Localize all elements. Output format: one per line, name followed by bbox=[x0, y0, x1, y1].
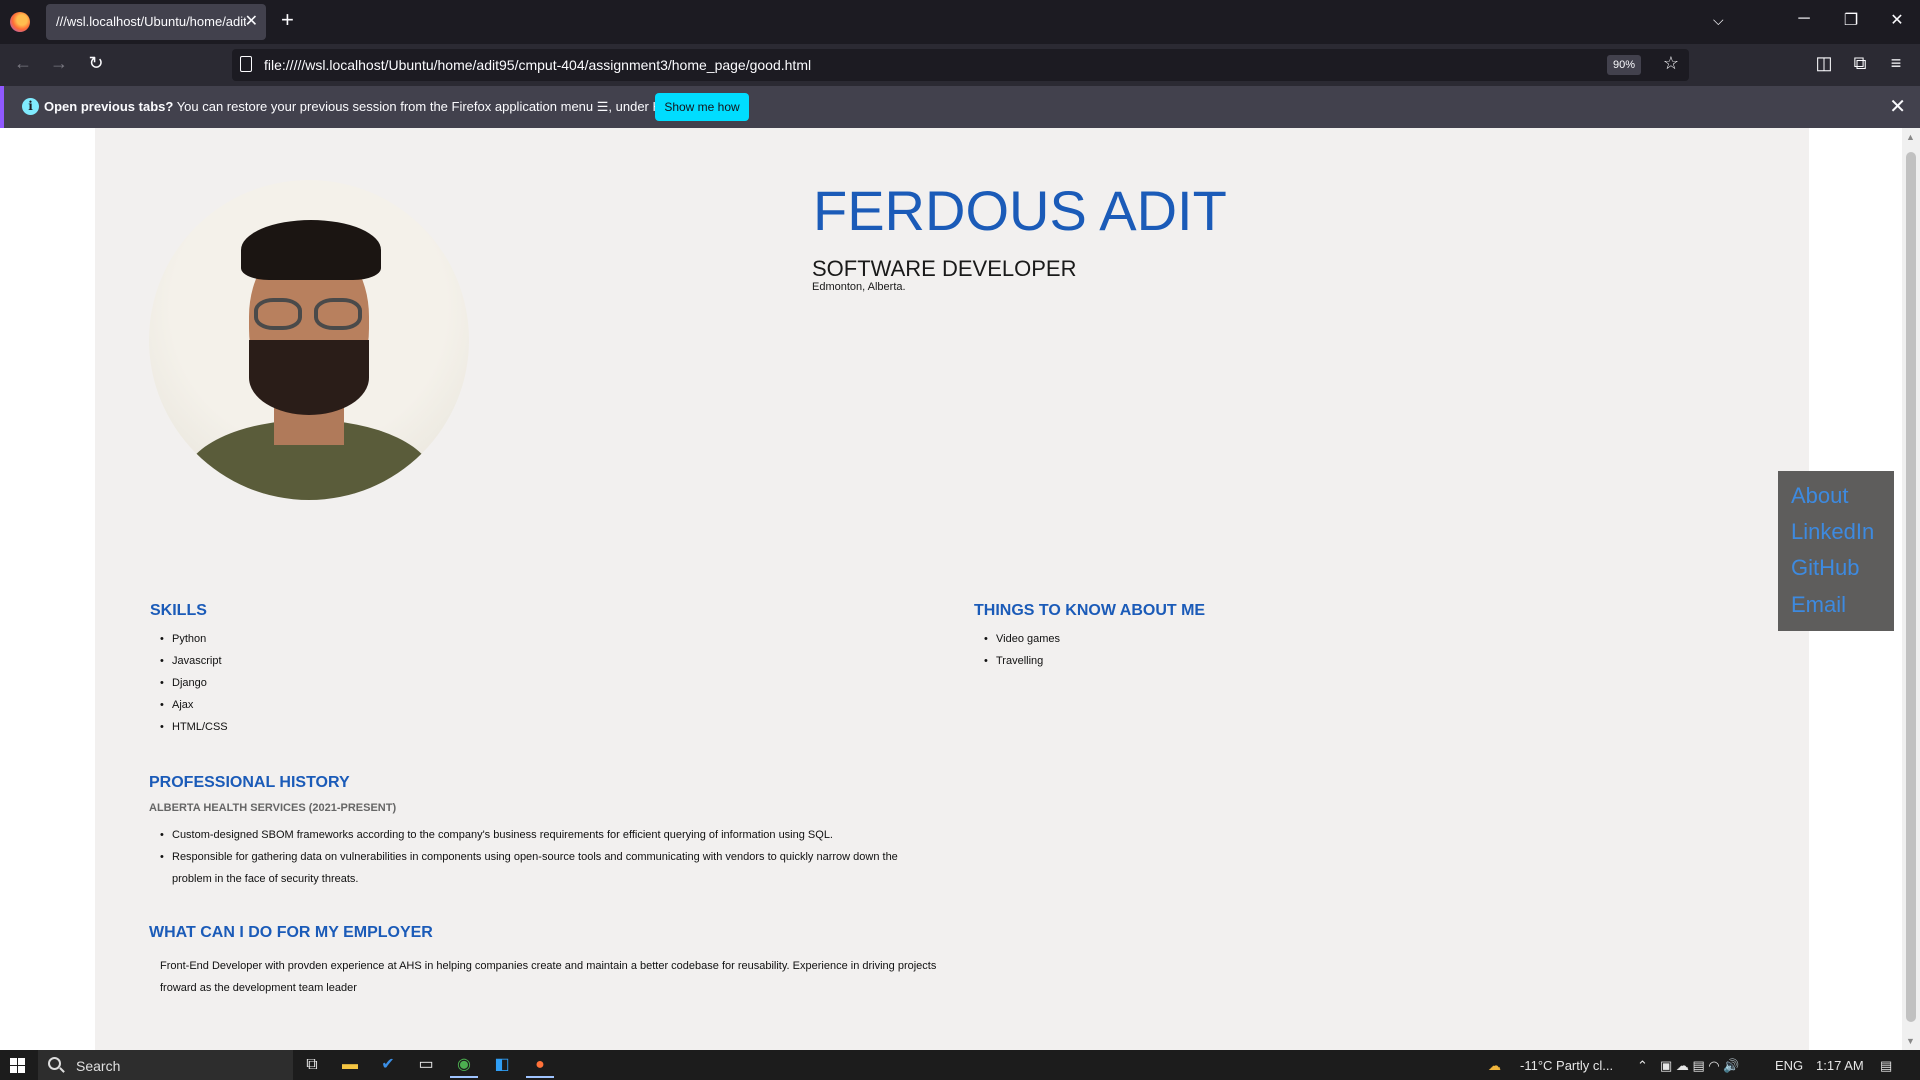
reload-icon[interactable]: ↻ bbox=[84, 53, 108, 74]
zoom-badge[interactable]: 90% bbox=[1606, 55, 1641, 75]
history-employer: ALBERTA HEALTH SERVICES (2021-PRESENT) bbox=[149, 802, 397, 814]
minimize-icon[interactable]: ─ bbox=[1789, 10, 1819, 28]
history-heading: PROFESSIONAL HISTORY bbox=[149, 774, 350, 791]
session-restore-notification: i Open previous tabs? You can restore yo… bbox=[0, 86, 1920, 128]
taskbar-search[interactable]: Search bbox=[38, 1050, 293, 1080]
list-item: Ajax bbox=[160, 694, 228, 716]
file-explorer-icon[interactable]: ▬ bbox=[336, 1054, 364, 1078]
list-item: Custom-designed SBOM frameworks accordin… bbox=[160, 824, 920, 846]
list-item: Javascript bbox=[160, 650, 228, 672]
skills-list: Python Javascript Django Ajax HTML/CSS bbox=[160, 628, 228, 738]
show-me-how-button[interactable]: Show me how bbox=[655, 93, 749, 121]
list-item: Python bbox=[160, 628, 228, 650]
notification-center-icon[interactable]: ▤ bbox=[1880, 1058, 1892, 1074]
skills-heading: SKILLS bbox=[150, 602, 207, 619]
clock[interactable]: 1:17 AM bbox=[1816, 1058, 1864, 1073]
info-icon: i bbox=[22, 98, 39, 115]
search-label: Search bbox=[76, 1058, 121, 1074]
things-list: Video games Travelling bbox=[984, 628, 1060, 672]
chrome-icon[interactable]: ◉ bbox=[450, 1054, 478, 1078]
close-window-icon[interactable]: ✕ bbox=[1882, 10, 1912, 30]
profile-role: SOFTWARE DEVELOPER bbox=[812, 256, 1077, 281]
chevron-down-icon[interactable]: ⌵ bbox=[1713, 12, 1724, 29]
vscode-icon[interactable]: ◧ bbox=[488, 1054, 516, 1078]
profile-name: FERDOUS ADIT bbox=[813, 179, 1227, 242]
restore-icon[interactable]: ❐ bbox=[1836, 10, 1866, 30]
close-icon[interactable]: ✕ bbox=[245, 11, 258, 31]
back-icon[interactable]: ← bbox=[11, 53, 35, 74]
nav-link-linkedin[interactable]: LinkedIn bbox=[1791, 519, 1874, 545]
profile-location: Edmonton, Alberta. bbox=[812, 281, 906, 293]
task-view-icon[interactable]: ⧉ bbox=[298, 1054, 326, 1078]
weather-text[interactable]: -11°C Partly cl... bbox=[1520, 1058, 1613, 1073]
tab-title: ///wsl.localhost/Ubuntu/home/adit95/cmpu… bbox=[56, 14, 246, 29]
page-icon bbox=[240, 56, 252, 72]
list-item: Django bbox=[160, 672, 228, 694]
weather-icon[interactable]: ☁ bbox=[1488, 1058, 1501, 1074]
url-text[interactable]: file://///wsl.localhost/Ubuntu/home/adit… bbox=[264, 57, 811, 73]
taskbar: Search ⧉ ▬ ✔ ▭ ◉ ◧ ● ☁ -11°C Partly cl..… bbox=[0, 1050, 1920, 1080]
close-icon[interactable]: ✕ bbox=[1889, 94, 1906, 119]
profile-photo bbox=[149, 180, 469, 500]
extensions-icon[interactable]: ⧉ bbox=[1848, 53, 1872, 74]
list-item: Travelling bbox=[984, 650, 1060, 672]
menu-icon[interactable]: ≡ bbox=[1884, 53, 1908, 74]
things-heading: THINGS TO KNOW ABOUT ME bbox=[974, 602, 1206, 619]
employer-heading: WHAT CAN I DO FOR MY EMPLOYER bbox=[149, 924, 433, 941]
tray-icons[interactable]: ▣ ☁ ▤ ◠ 🔊 bbox=[1660, 1058, 1740, 1074]
nav-toolbar: ← → ↻ file://///wsl.localhost/Ubuntu/hom… bbox=[0, 44, 1920, 86]
search-icon bbox=[48, 1057, 61, 1070]
vertical-scrollbar[interactable]: ▲ ▼ bbox=[1902, 128, 1920, 1050]
url-bar[interactable]: file://///wsl.localhost/Ubuntu/home/adit… bbox=[232, 49, 1689, 81]
bookmark-star-icon[interactable]: ☆ bbox=[1663, 53, 1679, 74]
scroll-down-icon[interactable]: ▼ bbox=[1906, 1036, 1915, 1046]
list-item: Responsible for gathering data on vulner… bbox=[160, 846, 920, 890]
language-indicator[interactable]: ENG bbox=[1775, 1058, 1803, 1073]
history-list: Custom-designed SBOM frameworks accordin… bbox=[160, 824, 920, 890]
firefox-taskbar-icon[interactable]: ● bbox=[526, 1054, 554, 1078]
scroll-up-icon[interactable]: ▲ bbox=[1906, 132, 1915, 142]
forward-icon[interactable]: → bbox=[47, 53, 71, 74]
firefox-logo-icon[interactable] bbox=[10, 12, 30, 32]
nav-link-email[interactable]: Email bbox=[1791, 592, 1846, 618]
chevron-up-icon[interactable]: ⌃ bbox=[1637, 1058, 1648, 1074]
page-viewport: FERDOUS ADIT SOFTWARE DEVELOPER Edmonton… bbox=[0, 128, 1902, 1050]
page-container: FERDOUS ADIT SOFTWARE DEVELOPER Edmonton… bbox=[95, 128, 1809, 1050]
tab-active[interactable]: ///wsl.localhost/Ubuntu/home/adit95/cmpu… bbox=[46, 4, 266, 40]
list-item: Video games bbox=[984, 628, 1060, 650]
list-item: HTML/CSS bbox=[160, 716, 228, 738]
new-tab-icon[interactable]: + bbox=[281, 9, 294, 31]
pocket-icon[interactable]: ◫ bbox=[1812, 53, 1836, 74]
side-navigation: About LinkedIn GitHub Email bbox=[1778, 471, 1894, 631]
tab-bar: ///wsl.localhost/Ubuntu/home/adit95/cmpu… bbox=[0, 0, 1920, 44]
nav-link-github[interactable]: GitHub bbox=[1791, 555, 1859, 581]
scroll-thumb[interactable] bbox=[1906, 152, 1916, 1022]
todo-icon[interactable]: ✔ bbox=[374, 1054, 402, 1078]
notification-text: Open previous tabs? You can restore your… bbox=[44, 99, 696, 114]
employer-paragraph: Front-End Developer with provden experie… bbox=[160, 960, 937, 994]
nav-link-about[interactable]: About bbox=[1791, 483, 1849, 509]
windows-start-icon[interactable] bbox=[10, 1058, 25, 1073]
terminal-icon[interactable]: ▭ bbox=[412, 1054, 440, 1078]
